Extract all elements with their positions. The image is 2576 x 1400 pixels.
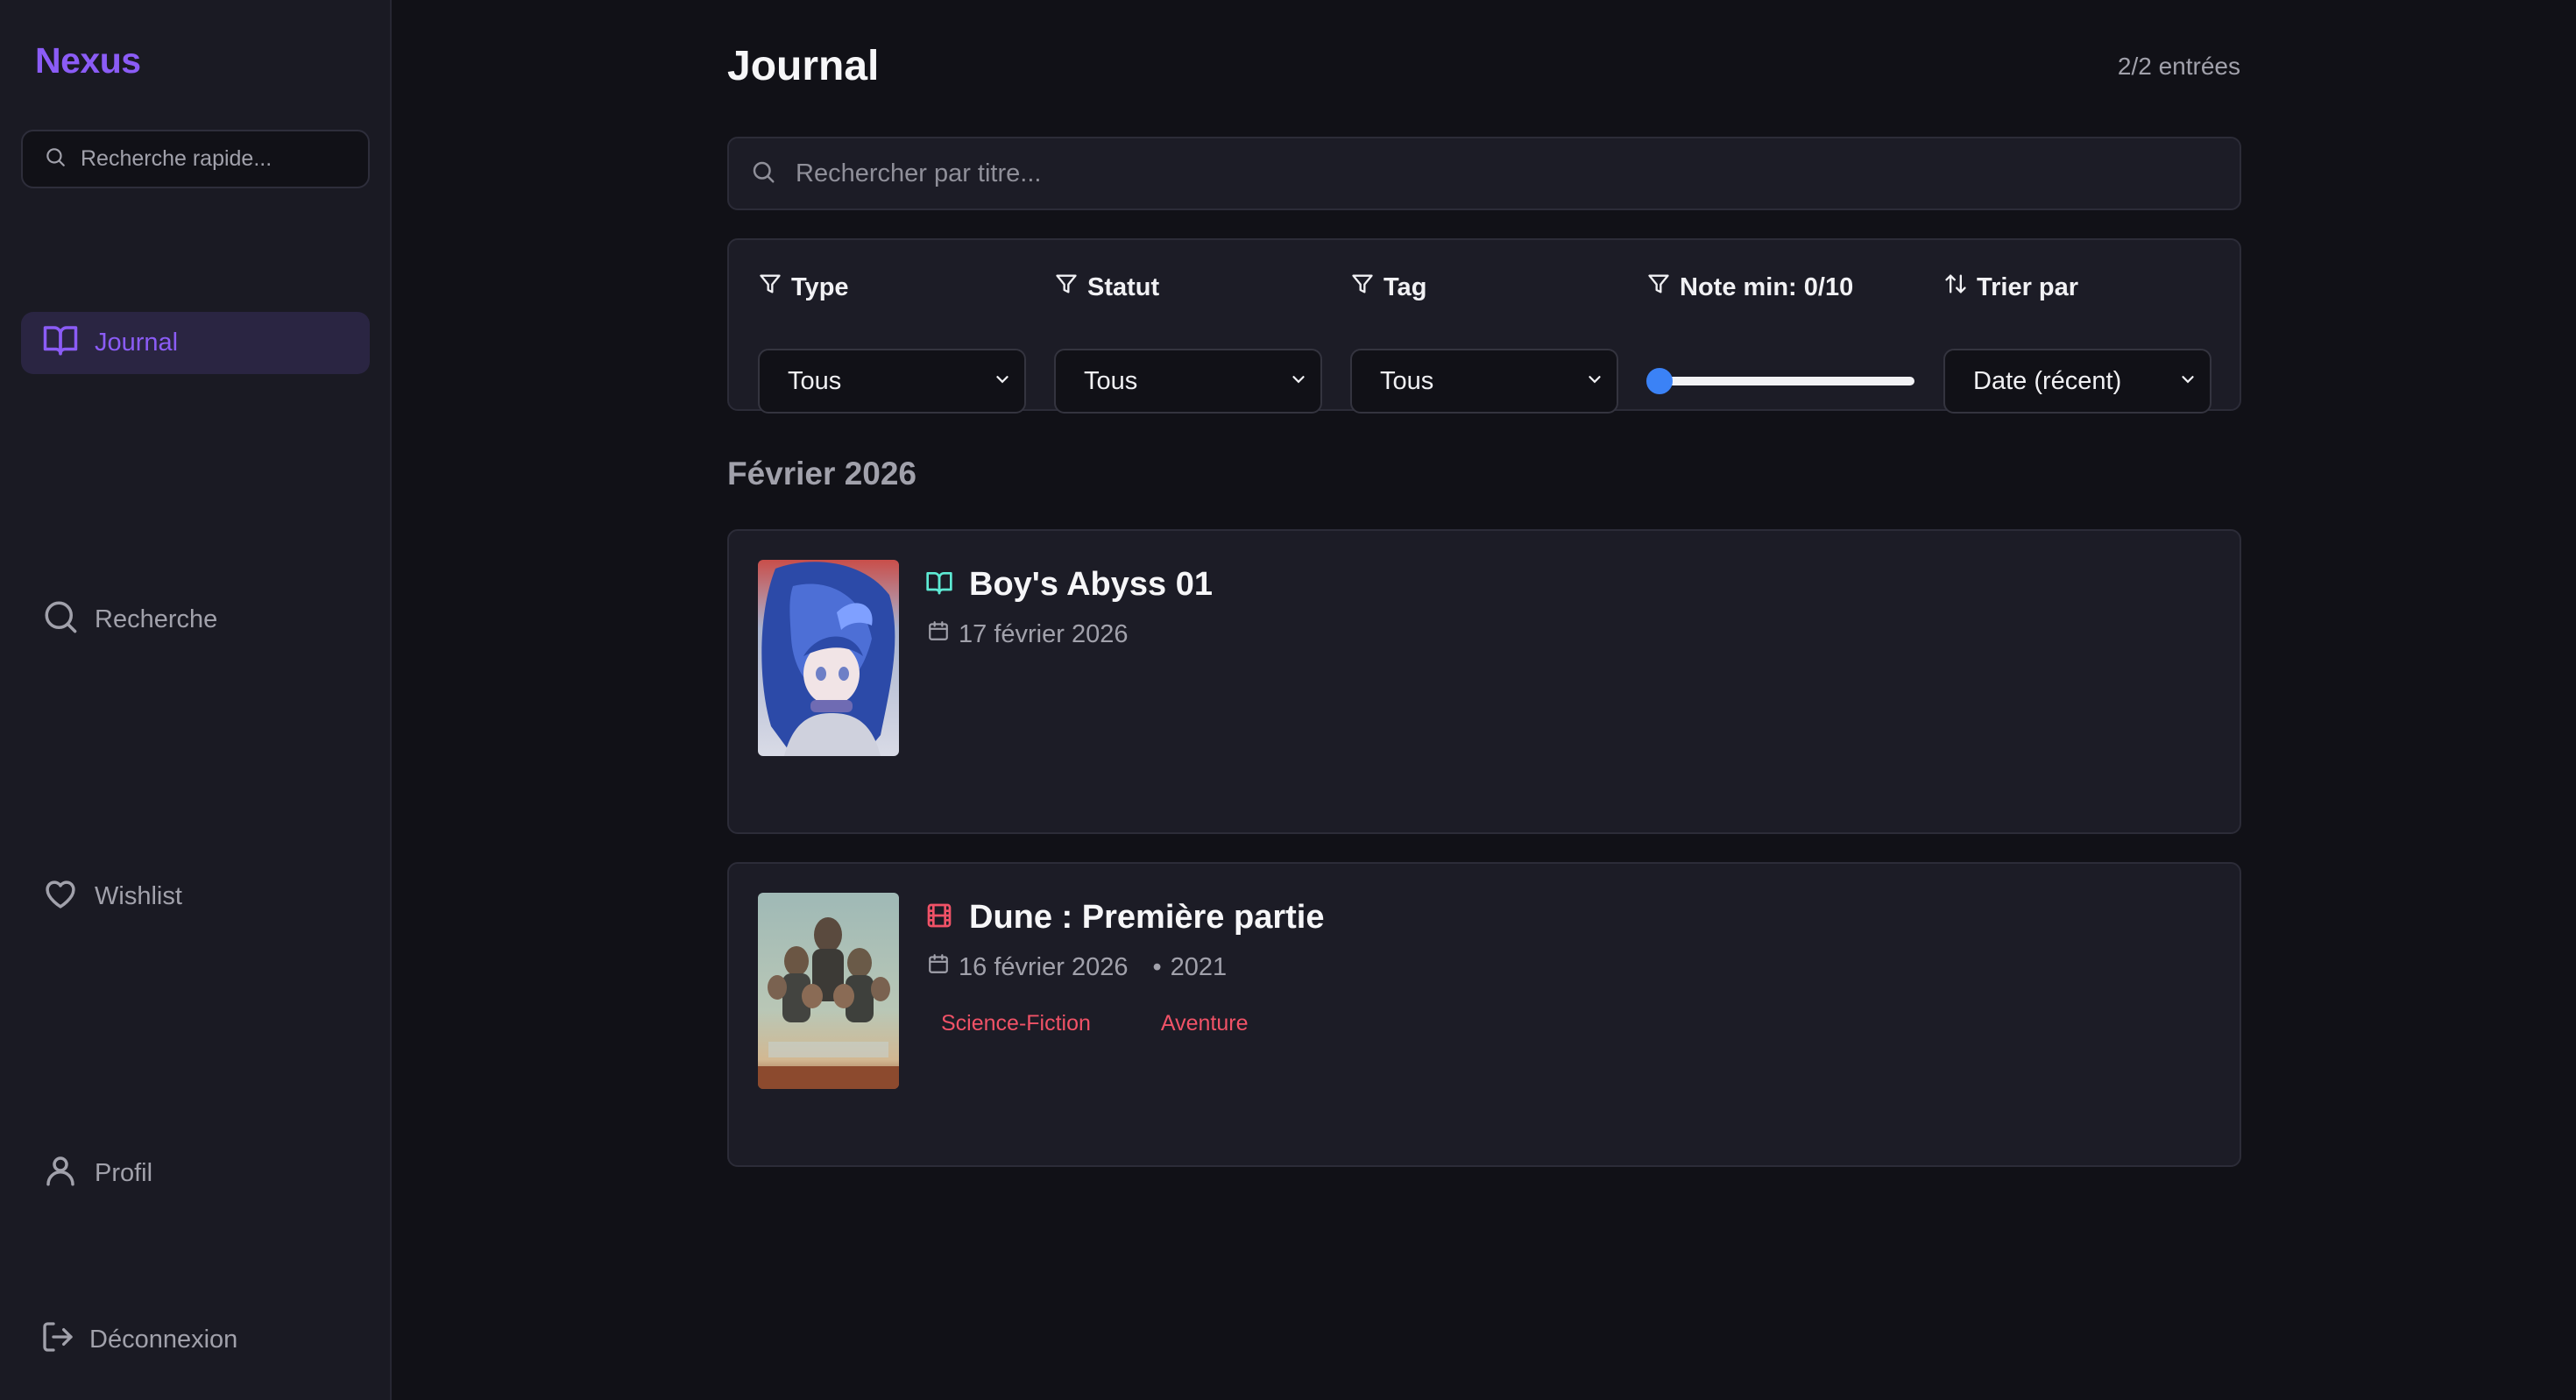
search-icon xyxy=(44,145,67,173)
quick-search-input[interactable] xyxy=(81,146,361,172)
tag-badge[interactable]: Science-Fiction xyxy=(927,1011,1105,1036)
journal-entry[interactable]: Dune : Première partie 16 février 2026 •… xyxy=(727,862,2241,1167)
film-icon xyxy=(925,902,953,934)
filter-sort-label: Trier par xyxy=(1943,272,2212,303)
sidebar-item-wishlist[interactable]: Wishlist xyxy=(21,866,370,928)
month-heading: Février 2026 xyxy=(727,456,917,491)
filter-rating-label: Note min: 0/10 xyxy=(1646,272,1914,303)
app-root: Nexus Journal Recherche Wishlist xyxy=(0,0,2576,1400)
sidebar-item-label: Journal xyxy=(95,329,179,357)
entry-title[interactable]: Boy's Abyss 01 xyxy=(969,566,1213,604)
filter-icon xyxy=(1054,272,1079,303)
calendar-icon xyxy=(927,952,950,982)
brand-logo[interactable]: Nexus xyxy=(35,40,141,81)
chevron-down-icon xyxy=(2178,367,2197,396)
entry-meta: 16 février 2026 • 2021 xyxy=(927,952,1227,982)
page-title: Journal xyxy=(727,43,880,89)
status-select[interactable]: Tous xyxy=(1054,349,1322,414)
entry-date: 17 février 2026 xyxy=(959,619,1129,648)
filter-tag: Tag Tous xyxy=(1350,272,1618,414)
sidebar-item-recherche[interactable]: Recherche xyxy=(21,589,370,651)
entry-title-row: Boy's Abyss 01 xyxy=(925,566,1213,604)
sort-select[interactable]: Date (récent) xyxy=(1943,349,2212,414)
filter-icon xyxy=(1646,272,1671,303)
sort-arrows-icon xyxy=(1943,272,1968,303)
book-open-icon xyxy=(42,322,79,365)
filter-type: Type Tous xyxy=(758,272,1026,414)
title-search-box[interactable] xyxy=(727,137,2241,210)
logout-icon xyxy=(40,1319,75,1361)
entry-title-row: Dune : Première partie xyxy=(925,899,1324,937)
filter-rating: Note min: 0/10 xyxy=(1646,272,1914,394)
sidebar: Nexus Journal Recherche Wishlist xyxy=(0,0,392,1400)
filter-type-label: Type xyxy=(758,272,1026,303)
book-open-icon xyxy=(925,569,953,601)
chevron-down-icon xyxy=(1289,367,1308,396)
search-icon xyxy=(42,598,79,642)
title-search-input[interactable] xyxy=(796,159,2197,188)
entry-poster-image[interactable] xyxy=(758,893,899,1089)
chevron-down-icon xyxy=(1585,367,1604,396)
tag-badge[interactable]: Aventure xyxy=(1147,1011,1263,1036)
tag-select[interactable]: Tous xyxy=(1350,349,1618,414)
filter-icon xyxy=(1350,272,1375,303)
journal-entry[interactable]: Boy's Abyss 01 17 février 2026 xyxy=(727,529,2241,834)
type-select[interactable]: Tous xyxy=(758,349,1026,414)
filter-tag-label: Tag xyxy=(1350,272,1618,303)
sidebar-item-label: Recherche xyxy=(95,605,218,633)
entry-title[interactable]: Dune : Première partie xyxy=(969,899,1324,937)
sidebar-item-profil[interactable]: Profil xyxy=(21,1142,370,1205)
filter-sort: Trier par Date (récent) xyxy=(1943,272,2212,414)
entry-year: 2021 xyxy=(1170,952,1228,981)
filter-status-label: Statut xyxy=(1054,272,1322,303)
sidebar-item-label: Profil xyxy=(95,1159,153,1187)
logout-button[interactable]: Déconnexion xyxy=(21,1309,370,1371)
filters-panel: Type Tous Statut Tous Tag Tous Note min:… xyxy=(727,238,2241,414)
rating-slider[interactable] xyxy=(1646,363,1914,398)
entry-poster-image[interactable] xyxy=(758,560,899,756)
entry-count: 2/2 entrées xyxy=(2117,53,2240,80)
calendar-icon xyxy=(927,619,950,649)
entry-meta: 17 février 2026 xyxy=(927,619,1128,649)
user-icon xyxy=(42,1152,79,1196)
logout-label: Déconnexion xyxy=(89,1326,238,1354)
rating-slider-track[interactable] xyxy=(1652,377,1914,385)
sidebar-item-journal[interactable]: Journal xyxy=(21,312,370,374)
meta-separator: • xyxy=(1152,952,1162,981)
sidebar-item-label: Wishlist xyxy=(95,882,182,910)
filter-status: Statut Tous xyxy=(1054,272,1322,414)
quick-search-box[interactable] xyxy=(21,130,370,188)
filter-icon xyxy=(758,272,782,303)
entry-date: 16 février 2026 xyxy=(959,952,1129,981)
entry-tags: Science-Fiction Aventure xyxy=(927,1011,1263,1036)
chevron-down-icon xyxy=(993,367,1012,396)
rating-slider-thumb[interactable] xyxy=(1646,368,1673,394)
heart-icon xyxy=(42,875,79,919)
search-icon xyxy=(750,159,776,189)
